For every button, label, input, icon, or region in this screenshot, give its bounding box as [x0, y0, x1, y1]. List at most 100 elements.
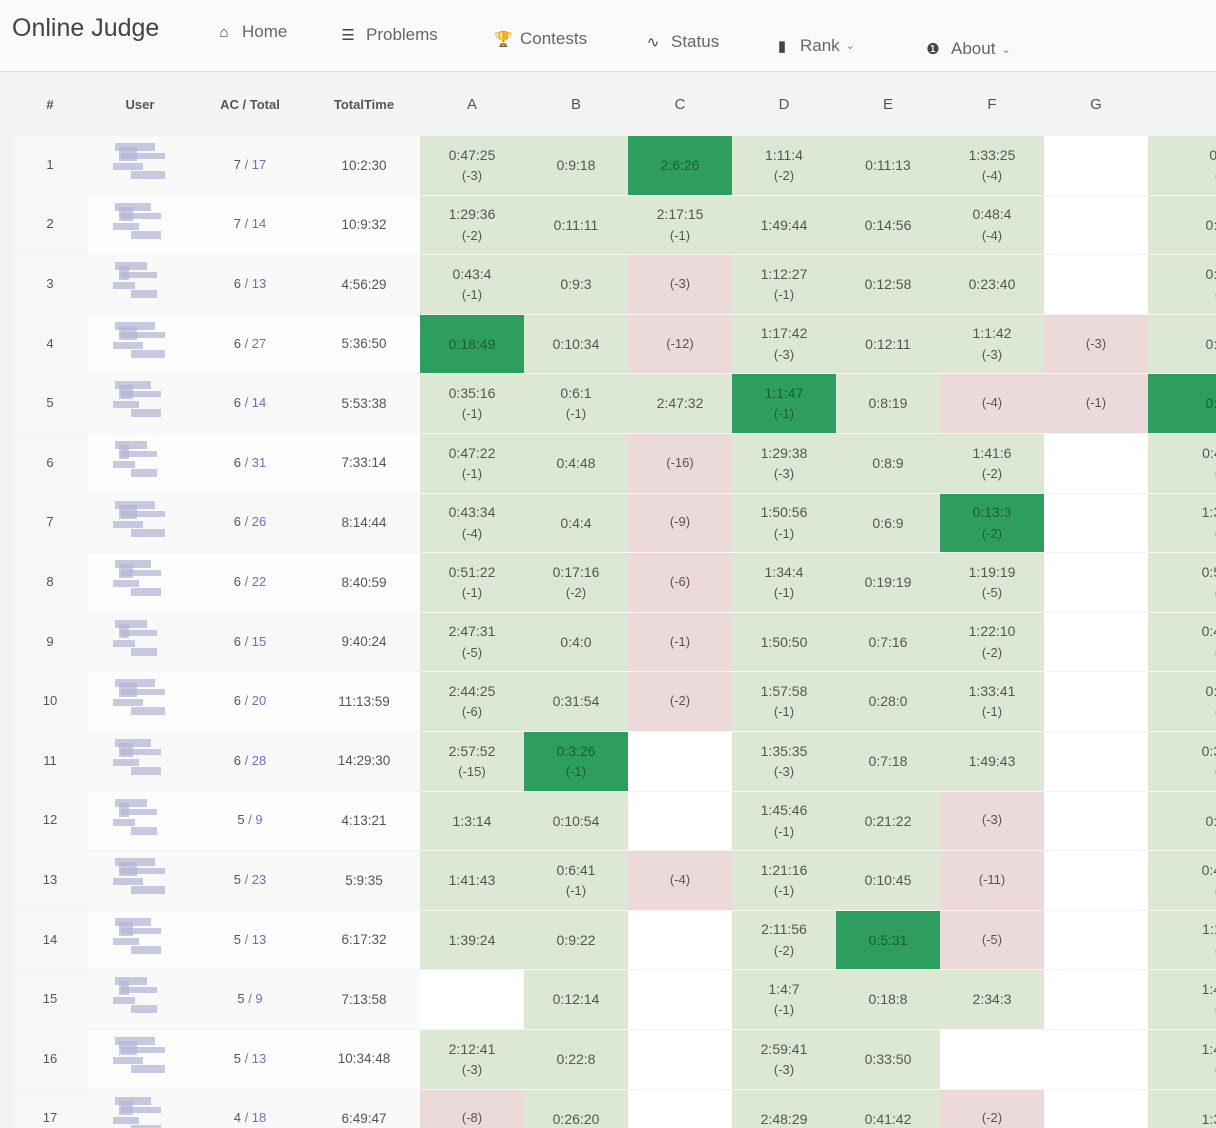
ac-total[interactable]: 6 / 31 — [192, 433, 308, 494]
total-submissions[interactable]: 15 — [252, 634, 266, 649]
total-submissions[interactable]: 13 — [252, 932, 266, 947]
solve-time: 0:12:11 — [865, 335, 911, 352]
ac-total[interactable]: 5 / 23 — [192, 851, 308, 911]
user-cell[interactable] — [88, 314, 192, 375]
problem-cell: 0:58:1 (-1) — [1148, 672, 1216, 732]
total-submissions[interactable]: 13 — [252, 1051, 266, 1066]
ac-total[interactable]: 6 / 15 — [192, 612, 308, 673]
user-cell[interactable] — [88, 136, 192, 196]
wrong-attempts: (-1) — [773, 287, 795, 303]
user-cell[interactable] — [88, 553, 192, 613]
nav-status[interactable]: ∿ Status — [645, 32, 720, 52]
nav-contests[interactable]: 🏆 Contests — [494, 29, 587, 49]
ac-total[interactable]: 6 / 26 — [192, 493, 308, 554]
solve-time: 1:17:42 — [760, 325, 808, 342]
table-row: 86 / 22 8:40:59 0:51:22 (-1) 0:17:16 (-2) (-6)… — [12, 553, 1216, 613]
problem-cell — [1044, 1029, 1148, 1090]
total-submissions[interactable]: 9 — [255, 991, 262, 1006]
problem-cell: 1:49:44 — [732, 195, 836, 256]
nav-problems[interactable]: ☰ Problems — [340, 25, 438, 45]
table-row: 96 / 15 9:40:24 2:47:31 (-5) 0:4:0 (-1) 1:50:5… — [12, 612, 1216, 673]
nav-about[interactable]: ❶ About ⌄ — [925, 39, 1011, 59]
user-cell[interactable] — [88, 970, 192, 1030]
wrong-attempts: (-3) — [981, 812, 1003, 828]
user-cell[interactable] — [88, 255, 192, 315]
ac-total[interactable]: 7 / 17 — [192, 136, 308, 196]
ac-total[interactable]: 4 / 18 — [192, 1089, 308, 1128]
rank-index: 7 — [12, 493, 88, 554]
ac-total[interactable]: 6 / 13 — [192, 255, 308, 315]
header-problem[interactable]: B — [524, 72, 628, 136]
header-problem[interactable]: E — [836, 72, 940, 136]
ac-total[interactable]: 6 / 27 — [192, 314, 308, 375]
total-submissions[interactable]: 17 — [252, 157, 266, 172]
total-submissions[interactable]: 13 — [252, 276, 266, 291]
problem-cell: 0:32:5 — [1148, 791, 1216, 852]
wrong-attempts: (-2) — [1148, 464, 1216, 485]
header-problem[interactable]: G — [1044, 72, 1148, 136]
total-submissions[interactable]: 27 — [252, 336, 266, 351]
problem-cell: 0:19:19 — [836, 553, 940, 613]
brand-logo[interactable]: Online Judge — [12, 14, 159, 43]
total-submissions[interactable]: 18 — [252, 1110, 266, 1125]
wrong-attempts: (-1) — [981, 704, 1003, 720]
header-problem[interactable]: A — [420, 72, 524, 136]
avatar — [111, 499, 169, 541]
user-cell[interactable] — [88, 433, 192, 494]
total-submissions[interactable]: 14 — [252, 395, 266, 410]
user-cell[interactable] — [88, 672, 192, 732]
total-submissions[interactable]: 14 — [252, 216, 266, 231]
user-cell[interactable] — [88, 910, 192, 971]
total-submissions[interactable]: 20 — [252, 693, 266, 708]
user-cell[interactable] — [88, 612, 192, 673]
header-problem[interactable]: C — [628, 72, 732, 136]
header-problem[interactable]: D — [732, 72, 836, 136]
avatar — [111, 439, 169, 481]
problem-cell — [1044, 255, 1148, 315]
user-cell[interactable] — [88, 731, 192, 792]
solve-time: 0:4:48 — [556, 455, 596, 472]
wrong-attempts: (-2) — [1148, 1060, 1216, 1081]
solve-time: 1:1:47 — [764, 385, 804, 402]
ac-total[interactable]: 5 / 9 — [192, 791, 308, 852]
total-submissions[interactable]: 26 — [252, 514, 266, 529]
ac-total[interactable]: 6 / 28 — [192, 731, 308, 792]
header-problem[interactable]: F — [940, 72, 1044, 136]
problem-cell: 1:4:7 (-1) — [732, 970, 836, 1030]
total-submissions[interactable]: 9 — [255, 812, 262, 827]
nav-home[interactable]: ⌂ Home — [216, 22, 287, 42]
total-submissions[interactable]: 31 — [252, 455, 266, 470]
ac-total[interactable]: 6 / 22 — [192, 553, 308, 613]
user-cell[interactable] — [88, 493, 192, 554]
ac-total[interactable]: 6 / 20 — [192, 672, 308, 732]
problem-cell: 2:47:32 — [628, 374, 732, 434]
ac-total[interactable]: 5 / 13 — [192, 1029, 308, 1090]
solve-time: 0:51:22 — [448, 563, 496, 580]
total-time: 5:36:50 — [308, 314, 420, 375]
user-cell[interactable] — [88, 791, 192, 852]
ac-count: 6 — [233, 395, 241, 411]
solve-time: 1:45:46 — [760, 802, 808, 819]
user-cell[interactable] — [88, 1029, 192, 1090]
solve-time: 1:41:43 — [448, 872, 496, 889]
problem-cell: 2:6:26 — [628, 136, 732, 196]
user-cell[interactable] — [88, 851, 192, 911]
user-cell[interactable] — [88, 195, 192, 256]
nav-rank[interactable]: ▮ Rank ⌄ — [774, 36, 855, 56]
ac-total[interactable]: 5 / 13 — [192, 910, 308, 971]
user-cell[interactable] — [88, 1089, 192, 1128]
total-submissions[interactable]: 22 — [252, 574, 266, 589]
solve-time: 0:6:9 — [872, 514, 904, 531]
solve-time: 1:33:25 — [968, 146, 1016, 163]
ac-total[interactable]: 6 / 14 — [192, 374, 308, 434]
total-submissions[interactable]: 28 — [252, 753, 266, 768]
wrong-attempts: (-3) — [773, 466, 795, 482]
solve-time: 0:58:4 — [1205, 216, 1216, 233]
total-submissions[interactable]: 23 — [252, 872, 266, 887]
ac-total[interactable]: 7 / 14 — [192, 195, 308, 256]
user-cell[interactable] — [88, 374, 192, 434]
chevron-down-icon: ⌄ — [1001, 43, 1011, 56]
header-problem[interactable]: H — [1148, 72, 1216, 136]
ac-total[interactable]: 5 / 9 — [192, 970, 308, 1030]
ac-separator: / — [240, 156, 252, 172]
